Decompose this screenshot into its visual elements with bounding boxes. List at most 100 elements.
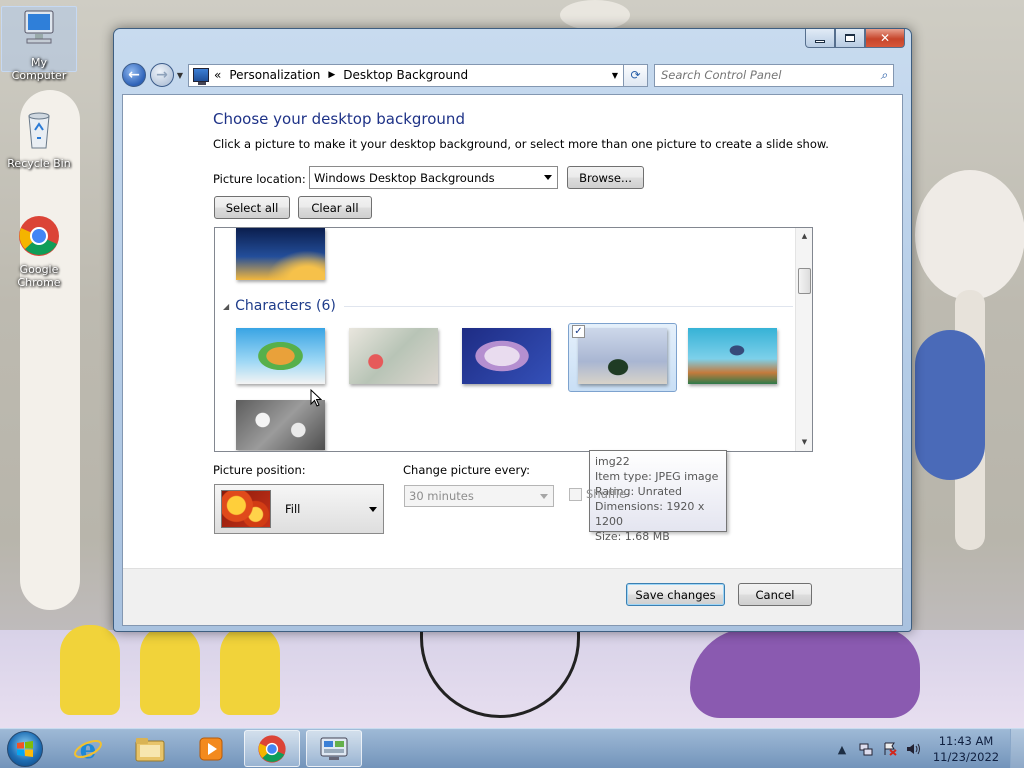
- window-controls: ✕: [805, 29, 905, 48]
- wallpaper-thumbnail[interactable]: [462, 328, 551, 384]
- action-center-icon[interactable]: [882, 741, 898, 757]
- wallpaper-mushroom: [915, 170, 1024, 300]
- desktop-icon-label: Recycle Bin: [7, 157, 71, 170]
- desktop-icon-label: Google Chrome: [17, 263, 61, 289]
- taskbar-control-panel[interactable]: [306, 730, 362, 767]
- search-icon[interactable]: ⌕: [875, 68, 893, 83]
- desktop-icon-recycle-bin[interactable]: Recycle Bin: [1, 108, 77, 170]
- clear-all-button[interactable]: Clear all: [298, 196, 372, 219]
- change-picture-label: Change picture every:: [403, 463, 531, 477]
- forward-button[interactable]: →: [150, 63, 174, 87]
- taskbar-google-chrome[interactable]: [244, 730, 300, 767]
- chevron-down-icon: [544, 175, 552, 180]
- scroll-down-icon[interactable]: ▼: [796, 434, 812, 451]
- forward-arrow-icon: →: [156, 67, 168, 83]
- group-divider: [343, 305, 793, 307]
- wallpaper-thumbnail[interactable]: [236, 328, 325, 384]
- breadcrumb-desktop-background[interactable]: Desktop Background: [343, 68, 468, 82]
- footer-bar: Save changes Cancel: [123, 568, 902, 625]
- computer-icon: [24, 10, 54, 44]
- checkbox-icon[interactable]: [569, 487, 582, 501]
- system-tray: ▲ 11:43 AM 11/23/2022: [830, 729, 1024, 768]
- recent-pages-dropdown[interactable]: ▼: [174, 71, 186, 80]
- back-arrow-icon: ←: [128, 67, 140, 83]
- taskbar: e ▲ 11:43 AM 11/23/2022: [0, 728, 1024, 768]
- group-title: Characters (6): [235, 298, 336, 314]
- wallpaper-figure: [560, 0, 630, 30]
- minimize-button[interactable]: [805, 29, 835, 48]
- close-icon: ✕: [879, 31, 891, 45]
- shuffle-label: Shuffle: [586, 487, 627, 501]
- shuffle-checkbox[interactable]: Shuffle: [569, 487, 626, 501]
- scroll-up-icon[interactable]: ▲: [796, 228, 812, 245]
- cancel-button[interactable]: Cancel: [738, 583, 812, 606]
- wallpaper-thumbnail[interactable]: [236, 228, 325, 280]
- picture-location-label: Picture location:: [213, 172, 306, 186]
- page-title: Choose your desktop background: [213, 110, 465, 128]
- maximize-icon: [845, 34, 855, 42]
- group-header-characters[interactable]: ◢ Characters (6): [223, 298, 793, 314]
- control-panel-icon: [320, 737, 348, 760]
- select-all-button[interactable]: Select all: [214, 196, 290, 219]
- chevron-down-icon: [540, 494, 548, 499]
- show-hidden-icons-icon[interactable]: ▲: [834, 741, 850, 757]
- taskbar-file-explorer[interactable]: [122, 730, 178, 767]
- wallpaper-yellow-creature: [220, 625, 280, 715]
- refresh-button[interactable]: ⟳: [624, 63, 648, 87]
- save-changes-button[interactable]: Save changes: [626, 583, 725, 606]
- wallpaper-thumbnail[interactable]: [688, 328, 777, 384]
- media-player-icon: [199, 737, 223, 760]
- chevron-down-icon: [369, 507, 377, 512]
- chrome-icon: [19, 216, 59, 256]
- picture-position-select[interactable]: Fill: [214, 484, 384, 534]
- desktop-icon-my-computer[interactable]: My Computer: [1, 6, 77, 82]
- search-input[interactable]: [661, 68, 875, 82]
- system-clock[interactable]: 11:43 AM 11/23/2022: [926, 733, 1006, 765]
- wallpaper-thumbnail-selected[interactable]: [578, 328, 667, 384]
- taskbar-internet-explorer[interactable]: e: [60, 730, 116, 767]
- taskbar-media-player[interactable]: [183, 730, 239, 767]
- content-pane: Choose your desktop background Click a p…: [122, 94, 903, 626]
- breadcrumb-overflow[interactable]: «: [214, 68, 221, 82]
- control-panel-icon: [193, 68, 209, 85]
- change-interval-value: 30 minutes: [409, 489, 474, 503]
- search-box[interactable]: ⌕: [654, 63, 894, 87]
- page-description: Click a picture to make it your desktop …: [213, 137, 829, 151]
- position-preview-image: [221, 490, 271, 528]
- svg-text:e: e: [80, 735, 97, 764]
- desktop-background-window: ✕ ← → ▼ « Personalization ▶ Desktop Back…: [113, 28, 912, 632]
- gallery-scrollbar[interactable]: ▲ ▼: [795, 228, 812, 451]
- wallpaper-yellow-creature: [140, 625, 200, 715]
- clock-time: 11:43 AM: [938, 734, 994, 748]
- collapse-triangle-icon[interactable]: ◢: [223, 302, 229, 311]
- address-bar[interactable]: « Personalization ▶ Desktop Background ▼: [188, 63, 624, 87]
- tooltip-size: Size: 1.68 MB: [595, 530, 670, 543]
- volume-icon[interactable]: [906, 741, 922, 757]
- address-dropdown-icon[interactable]: ▼: [607, 71, 623, 80]
- picture-location-select[interactable]: Windows Desktop Backgrounds: [309, 166, 558, 189]
- network-icon[interactable]: [858, 741, 874, 757]
- wallpaper-thumbnail[interactable]: [236, 400, 325, 450]
- thumbnail-checkbox[interactable]: ✓: [572, 325, 585, 338]
- minimize-icon: [815, 39, 825, 43]
- wallpaper-thumbnail[interactable]: [349, 328, 438, 384]
- browse-button[interactable]: Browse...: [567, 166, 644, 189]
- scrollbar-thumb[interactable]: [798, 268, 811, 294]
- tooltip-type: Item type: JPEG image: [595, 470, 719, 483]
- breadcrumb-personalization[interactable]: Personalization: [229, 68, 320, 82]
- show-desktop-button[interactable]: [1010, 729, 1024, 768]
- maximize-button[interactable]: [835, 29, 865, 48]
- back-button[interactable]: ←: [122, 63, 146, 87]
- mouse-cursor-icon: [310, 389, 322, 407]
- close-button[interactable]: ✕: [865, 29, 905, 48]
- desktop-icon-google-chrome[interactable]: Google Chrome: [1, 214, 77, 289]
- wallpaper-purple-creature: [690, 628, 920, 718]
- picture-gallery[interactable]: ◢ Characters (6) ✓ ▲ ▼: [214, 227, 813, 452]
- start-button[interactable]: [7, 731, 43, 767]
- breadcrumb-separator-icon[interactable]: ▶: [328, 70, 335, 80]
- wallpaper-yellow-creature: [60, 625, 120, 715]
- change-interval-select[interactable]: 30 minutes: [404, 485, 554, 507]
- refresh-icon: ⟳: [630, 68, 641, 82]
- tooltip-dimensions: Dimensions: 1920 x 1200: [595, 500, 705, 528]
- chrome-icon: [258, 734, 286, 763]
